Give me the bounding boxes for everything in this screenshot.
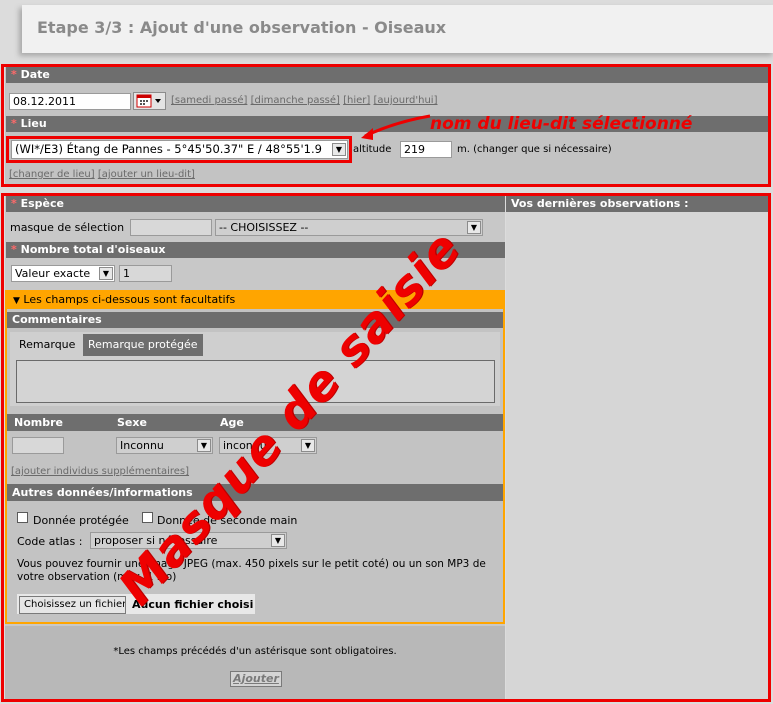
annotation-arrow-icon — [361, 114, 431, 140]
highlight-box-lieu-select — [6, 136, 352, 163]
annotation-lieu-note: nom du lieu-dit sélectionné — [430, 114, 693, 134]
page-title: Etape 3/3 : Ajout d'une observation - Oi… — [37, 18, 447, 37]
